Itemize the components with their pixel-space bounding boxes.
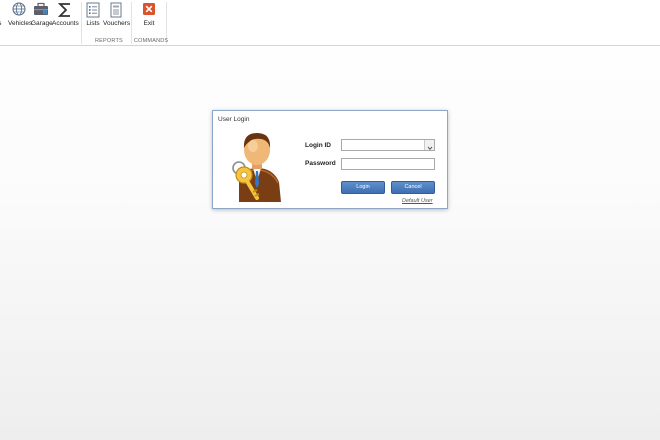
dialog-title: User Login (218, 116, 250, 123)
ribbon-button-lists[interactable]: Lists (84, 0, 102, 36)
sigma-icon (57, 2, 72, 20)
cancel-button[interactable]: Cancel (391, 181, 435, 194)
ribbon-group-label-reports: REPORTS (95, 38, 123, 44)
toolbox-icon (33, 2, 49, 18)
chevron-down-icon[interactable] (424, 140, 434, 150)
document-icon (110, 2, 122, 20)
password-field[interactable] (341, 158, 435, 170)
ribbon-button-label: Vehicles (8, 20, 33, 27)
ribbon-button-label: Exit (143, 20, 155, 27)
ribbon-button-users[interactable]: rs (0, 0, 8, 36)
list-icon (86, 2, 100, 20)
ribbon-button-label: rs (0, 20, 8, 27)
ribbon: rs Vehicles Garage (0, 0, 660, 46)
ribbon-button-vouchers[interactable]: Vouchers (103, 0, 131, 36)
ribbon-group-separator (81, 2, 82, 44)
ribbon-button-garage[interactable]: Garage (31, 0, 53, 36)
default-user-link[interactable]: Default User (402, 198, 433, 204)
user-login-dialog: User Login Login ID Password Login Cance… (212, 110, 448, 209)
ribbon-button-label: Accounts (52, 20, 79, 27)
globe-icon (12, 2, 26, 18)
login-button[interactable]: Login (341, 181, 385, 194)
password-label: Password (305, 160, 336, 167)
ribbon-button-label: Lists (86, 20, 100, 27)
ribbon-button-label: Vouchers (103, 20, 131, 27)
ribbon-button-accounts[interactable]: Accounts (52, 0, 79, 36)
ribbon-group-label-commands: COMMANDS (134, 38, 169, 44)
user-with-key-icon (223, 128, 283, 209)
close-icon (142, 2, 156, 18)
ribbon-button-label: Garage (31, 20, 53, 27)
ribbon-button-vehicles[interactable]: Vehicles (8, 0, 33, 36)
login-id-label: Login ID (305, 142, 331, 149)
login-id-combobox[interactable] (341, 139, 435, 151)
ribbon-group-separator (131, 2, 132, 44)
ribbon-button-exit[interactable]: Exit (139, 0, 159, 36)
